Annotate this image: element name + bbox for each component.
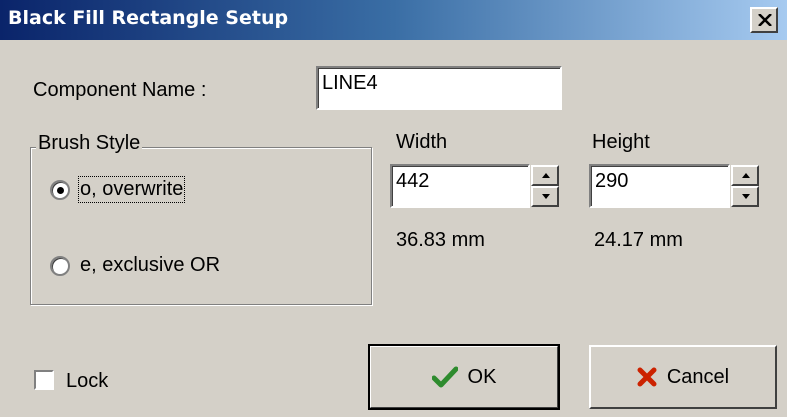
close-button[interactable] [750,7,778,33]
ok-label: OK [467,365,497,388]
window-title: Black Fill Rectangle Setup [8,7,289,29]
height-input[interactable]: 290 [589,164,730,208]
radio-overwrite[interactable] [50,180,70,200]
radio-exclusive-or[interactable] [50,256,70,276]
brush-style-group [30,147,372,305]
width-input[interactable]: 442 [390,164,530,208]
brush-style-legend: Brush Style [36,132,143,155]
lock-label[interactable]: Lock [66,370,108,393]
radio-selected-dot [57,187,64,194]
height-mm-readout: 24.17 mm [594,229,683,251]
height-label: Height [592,131,650,153]
arrow-up-icon [742,173,750,178]
radio-exclusive-or-label[interactable]: e, exclusive OR [80,254,220,277]
component-name-label: Component Name : [33,79,207,101]
cancel-label: Cancel [666,365,730,388]
cancel-button[interactable]: Cancel [589,345,777,409]
component-name-input[interactable]: LINE4 [316,66,562,110]
radio-overwrite-label[interactable]: o, overwrite [77,176,186,203]
arrow-down-icon [542,194,550,199]
width-spinner[interactable] [531,165,559,207]
x-icon [637,367,657,387]
height-value: 290 [595,170,629,192]
check-icon [431,366,458,388]
width-label: Width [396,131,448,153]
lock-checkbox[interactable] [34,370,54,390]
title-bar[interactable]: Black Fill Rectangle Setup [0,0,787,40]
arrow-up-icon [542,173,550,178]
width-spin-down-button[interactable] [531,186,559,207]
height-spin-up-button[interactable] [731,165,759,186]
height-spin-down-button[interactable] [731,186,759,207]
ok-button[interactable]: OK [368,344,560,410]
height-spinner[interactable] [731,165,759,207]
close-icon [758,14,772,26]
width-mm-readout: 36.83 mm [396,229,485,251]
width-spin-up-button[interactable] [531,165,559,186]
arrow-down-icon [742,194,750,199]
width-value: 442 [396,170,430,192]
component-name-value: LINE4 [322,72,378,94]
